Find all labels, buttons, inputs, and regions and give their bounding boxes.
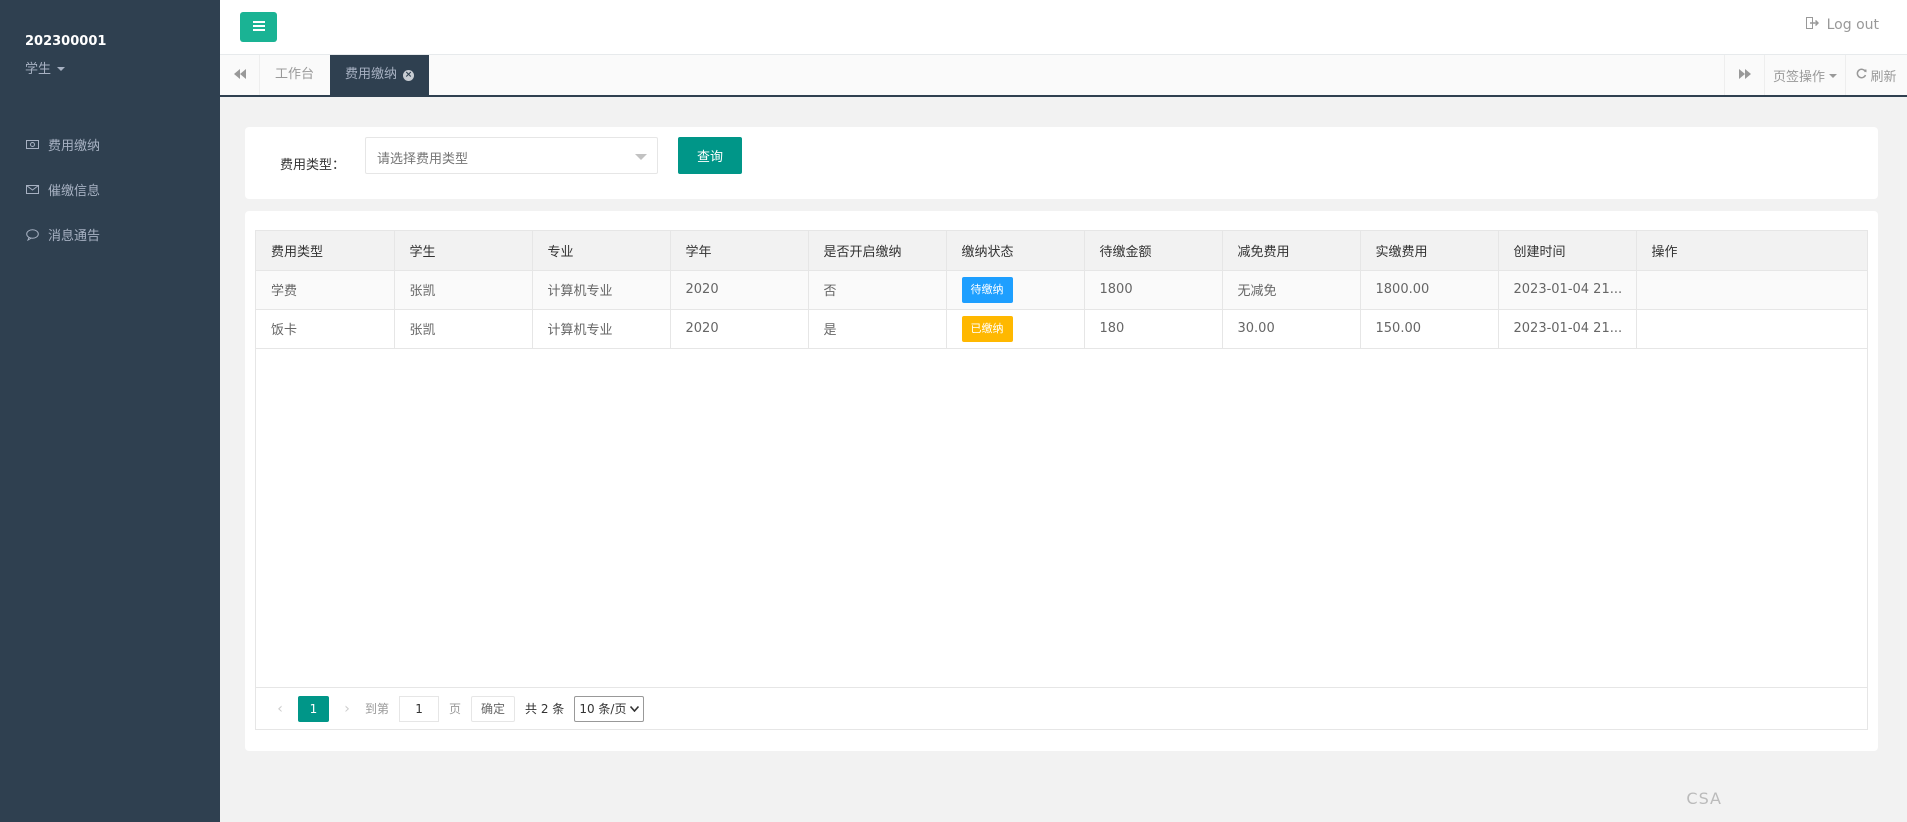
status-badge: 已缴纳 xyxy=(961,315,1013,342)
logout-button[interactable]: Log out xyxy=(1805,17,1879,33)
fee-type-placeholder: 请选择费用类型 xyxy=(377,152,469,167)
tabs-bar: 工作台 费用缴纳 × 页签操作 刷新 xyxy=(220,55,1907,97)
cell-status: 已缴纳 xyxy=(946,309,1085,349)
column-header[interactable]: 是否开启缴纳 xyxy=(808,231,947,271)
envelope-icon xyxy=(25,183,39,197)
cell-actions xyxy=(1636,270,1867,310)
prev-page-icon[interactable]: ‹ xyxy=(270,701,290,717)
page-label: 页 xyxy=(449,702,462,716)
cell-waived: 30.00 xyxy=(1222,309,1361,349)
column-header[interactable]: 学年 xyxy=(670,231,809,271)
cell-paid: 150.00 xyxy=(1360,309,1499,349)
status-badge: 待缴纳 xyxy=(961,276,1013,303)
cell-student: 张凯 xyxy=(394,270,533,310)
cell-waived: 无减免 xyxy=(1222,270,1361,310)
sidebar-item-label: 催缴信息 xyxy=(48,184,101,199)
goto-label: 到第 xyxy=(365,702,390,716)
sign-out-icon xyxy=(1805,17,1819,33)
refresh-icon xyxy=(1856,68,1867,83)
table-header-row: 费用类型 学生 专业 学年 是否开启缴纳 缴纳状态 待缴金额 减免费用 实缴费用… xyxy=(256,231,1867,271)
table-row[interactable]: 饭卡 张凯 计算机专业 2020 是 已缴纳 180 30.00 150.00 … xyxy=(256,309,1867,349)
watermark: CSA xyxy=(1686,789,1722,808)
fee-type-label: 费用类型： xyxy=(280,158,346,173)
cell-open: 否 xyxy=(808,270,947,310)
caret-down-icon xyxy=(57,66,66,71)
chevron-down-icon xyxy=(635,154,647,160)
double-right-arrow-icon xyxy=(1738,67,1751,83)
cell-major: 计算机专业 xyxy=(532,309,671,349)
sidebar-nav: 费用缴纳 催缴信息 消息通告 xyxy=(0,122,220,257)
page-size-value: 10 条/页 xyxy=(579,702,627,716)
chevron-down-icon xyxy=(630,705,640,712)
goto-confirm-button[interactable]: 确定 xyxy=(471,695,516,722)
column-header[interactable]: 缴纳状态 xyxy=(946,231,1085,271)
fee-type-select[interactable]: 请选择费用类型 xyxy=(365,137,658,174)
fee-table: 费用类型 学生 专业 学年 是否开启缴纳 缴纳状态 待缴金额 减免费用 实缴费用… xyxy=(256,231,1867,349)
tabs-scroll-left-button[interactable] xyxy=(220,55,260,95)
sidebar-item-fee-payment[interactable]: 费用缴纳 xyxy=(0,122,220,167)
tab-workbench[interactable]: 工作台 xyxy=(260,55,329,95)
top-bar: Log out xyxy=(220,0,1907,55)
sidebar-item-notices[interactable]: 消息通告 xyxy=(0,212,220,257)
cell-status: 待缴纳 xyxy=(946,270,1085,310)
column-header[interactable]: 操作 xyxy=(1636,231,1867,271)
hamburger-icon xyxy=(252,19,265,35)
tab-fee-payment[interactable]: 费用缴纳 × xyxy=(330,55,430,95)
sidebar-item-label: 消息通告 xyxy=(48,229,101,244)
column-header[interactable]: 创建时间 xyxy=(1498,231,1637,271)
tab-operations-dropdown[interactable]: 页签操作 xyxy=(1764,55,1845,95)
sidebar: 202300001 学生 费用缴纳 催缴信息 消息通告 xyxy=(0,0,220,822)
cell-fee-type: 饭卡 xyxy=(256,309,395,349)
tab-label: 费用缴纳 xyxy=(345,67,398,82)
column-header[interactable]: 学生 xyxy=(394,231,533,271)
user-role-label: 学生 xyxy=(25,62,52,77)
tab-operations-label: 页签操作 xyxy=(1772,69,1825,85)
fee-table-container: 费用类型 学生 专业 学年 是否开启缴纳 缴纳状态 待缴金额 减免费用 实缴费用… xyxy=(255,230,1868,730)
cell-year: 2020 xyxy=(670,270,809,310)
pagination: ‹ 1 › 到第 页 确定 共 2 条 10 条/页 xyxy=(256,687,1867,729)
sidebar-item-label: 费用缴纳 xyxy=(48,139,101,154)
next-page-icon[interactable]: › xyxy=(337,701,357,717)
table-panel: 费用类型 学生 专业 学年 是否开启缴纳 缴纳状态 待缴金额 减免费用 实缴费用… xyxy=(245,211,1878,751)
money-icon xyxy=(25,138,39,152)
cell-created: 2023-01-04 21... xyxy=(1498,309,1637,349)
menu-toggle-button[interactable] xyxy=(240,12,277,42)
cell-open: 是 xyxy=(808,309,947,349)
cell-actions xyxy=(1636,309,1867,349)
column-header[interactable]: 专业 xyxy=(532,231,671,271)
user-id: 202300001 xyxy=(25,34,107,49)
cell-year: 2020 xyxy=(670,309,809,349)
cell-student: 张凯 xyxy=(394,309,533,349)
page-number-current[interactable]: 1 xyxy=(298,695,329,722)
column-header[interactable]: 实缴费用 xyxy=(1360,231,1499,271)
caret-down-icon xyxy=(1829,74,1837,78)
page-size-select[interactable]: 10 条/页 xyxy=(574,695,645,722)
refresh-button[interactable]: 刷新 xyxy=(1845,55,1907,95)
cell-created: 2023-01-04 21... xyxy=(1498,270,1637,310)
refresh-label: 刷新 xyxy=(1870,69,1897,85)
column-header[interactable]: 待缴金额 xyxy=(1084,231,1223,271)
user-role-dropdown[interactable]: 学生 xyxy=(25,58,220,77)
sidebar-item-reminders[interactable]: 催缴信息 xyxy=(0,167,220,212)
cell-major: 计算机专业 xyxy=(532,270,671,310)
cell-paid: 1800.00 xyxy=(1360,270,1499,310)
column-header[interactable]: 减免费用 xyxy=(1222,231,1361,271)
goto-page-input[interactable] xyxy=(399,695,440,722)
cell-due: 1800 xyxy=(1084,270,1223,310)
tabs-scroll-right-button[interactable] xyxy=(1724,55,1764,95)
logout-label: Log out xyxy=(1826,17,1879,33)
column-header[interactable]: 费用类型 xyxy=(256,231,395,271)
user-block: 202300001 学生 xyxy=(0,0,220,77)
comment-icon xyxy=(25,228,39,242)
double-left-arrow-icon xyxy=(233,67,246,83)
close-icon[interactable]: × xyxy=(403,69,415,81)
cell-due: 180 xyxy=(1084,309,1223,349)
query-button[interactable]: 查询 xyxy=(678,137,742,174)
search-panel: 费用类型： 请选择费用类型 查询 xyxy=(245,127,1878,199)
table-row[interactable]: 学费 张凯 计算机专业 2020 否 待缴纳 1800 无减免 1800.00 … xyxy=(256,270,1867,310)
cell-fee-type: 学费 xyxy=(256,270,395,310)
total-count: 共 2 条 xyxy=(525,702,565,716)
